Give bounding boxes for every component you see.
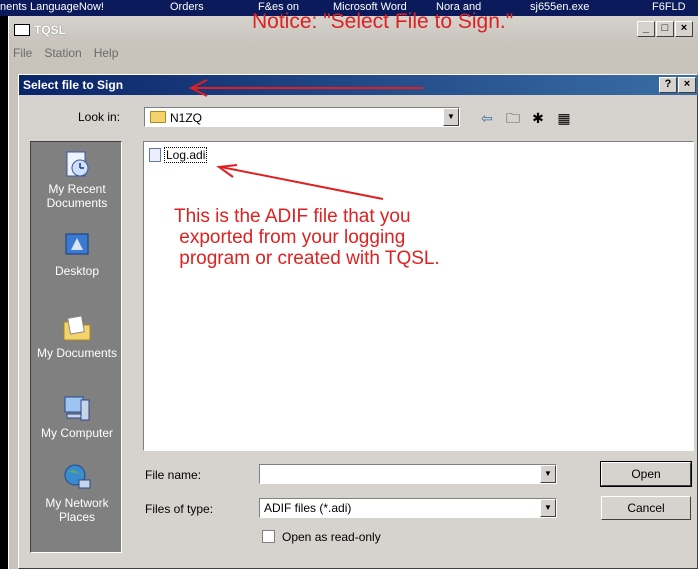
menu-station[interactable]: Station [44,46,81,64]
files-of-type-select[interactable]: ADIF files (*.adi) ▼ [259,498,557,518]
annotation-arrow [216,164,384,200]
file-name-label: File name: [145,468,202,482]
maximize-button[interactable]: □ [656,21,674,37]
document-icon [149,148,161,162]
files-of-type-label: Files of type: [145,502,214,516]
place-my-documents[interactable]: My Documents [31,312,123,360]
tqsl-title: TQSL [34,23,66,37]
tqsl-menu-bar: File Station Help [9,46,118,64]
dialog-title: Select file to Sign [23,78,124,92]
taskbar-item[interactable]: F6FLD [652,1,686,13]
places-bar: My Recent Documents Desktop My Documents… [30,141,122,553]
place-label: My Computer [40,426,114,440]
look-in-label: Look in: [78,110,121,124]
cancel-button[interactable]: Cancel [601,496,691,520]
file-name-input[interactable]: ▼ [259,464,557,484]
look-in-dropdown[interactable]: N1ZQ ▼ [144,107,460,127]
taskbar-item[interactable]: nents LanguageNow! [0,1,104,13]
place-desktop[interactable]: Desktop [31,230,123,278]
notice-annotation: Notice: "Select File to Sign." [252,10,514,33]
open-button[interactable]: Open [600,461,692,487]
look-in-value: N1ZQ [170,111,203,125]
back-icon[interactable]: ⇦ [476,108,498,128]
app-icon [14,24,30,36]
menu-file[interactable]: File [13,46,32,64]
up-folder-icon[interactable]: 🗀 [502,108,524,128]
folder-icon [150,111,166,123]
my-computer-icon [64,396,90,421]
network-places-icon [64,464,91,489]
help-button[interactable]: ? [659,77,677,93]
adif-annotation: This is the ADIF file that you exported … [174,206,440,269]
place-label: My Documents [36,346,118,360]
open-readonly-checkbox[interactable] [262,530,275,543]
place-label: Desktop [54,264,100,278]
place-recent-documents[interactable]: My Recent Documents [31,148,123,210]
desktop-icon [65,233,89,255]
minimize-button[interactable]: _ [637,21,655,37]
file-name: Log.adi [164,147,208,163]
recent-documents-icon [66,151,89,177]
taskbar-item[interactable]: sj655en.exe [530,1,589,13]
chevron-down-icon[interactable]: ▼ [443,108,459,126]
open-readonly-label: Open as read-only [282,530,381,544]
close-button[interactable]: × [675,21,693,37]
place-my-computer[interactable]: My Computer [31,392,123,440]
taskbar-item[interactable]: Orders [170,1,204,13]
view-menu-icon[interactable]: ▦ [553,108,575,128]
new-folder-icon[interactable]: ✱ [527,108,549,128]
notice-arrow [188,79,423,97]
place-label: My Recent Documents [46,182,108,210]
file-item-log-adi[interactable]: Log.adi [149,147,208,163]
menu-help[interactable]: Help [94,46,119,64]
place-network-places[interactable]: My Network Places [31,462,123,524]
my-documents-icon [63,315,91,341]
files-of-type-value: ADIF files (*.adi) [264,501,352,515]
place-label: My Network Places [45,496,109,524]
chevron-down-icon[interactable]: ▼ [540,499,556,517]
dialog-close-button[interactable]: × [678,77,696,93]
chevron-down-icon[interactable]: ▼ [540,465,556,483]
